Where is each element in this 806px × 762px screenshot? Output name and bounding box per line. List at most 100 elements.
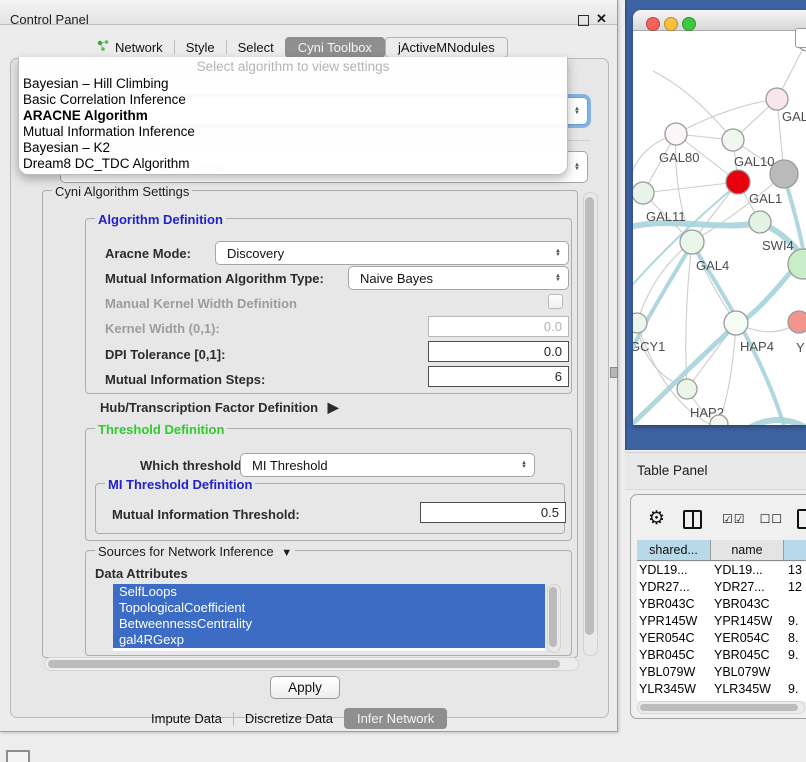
network-node[interactable]	[677, 379, 697, 399]
settings-vscrollbar-thumb[interactable]	[585, 197, 594, 635]
column-header[interactable]: name	[711, 540, 784, 561]
table-cell: YPR145W	[637, 613, 712, 630]
combo-arrows-icon: ▲▼	[555, 249, 561, 257]
tab-cyni-toolbox[interactable]: Cyni Toolbox	[285, 37, 385, 58]
expanded-arrow-icon: ▼	[281, 547, 292, 559]
attribute-list-item[interactable]: gal4RGexp	[113, 632, 545, 648]
aracne-mode-combobox[interactable]: Discovery ▲▼	[215, 241, 569, 265]
table-row[interactable]: YER054CYER054C8.	[637, 630, 806, 647]
table-header: shared...nameA	[637, 540, 806, 561]
table-cell: YBR043C	[637, 596, 712, 613]
network-search-box-partial[interactable]	[795, 28, 806, 48]
network-node[interactable]	[633, 313, 647, 333]
table-cell	[786, 664, 806, 681]
mi-threshold-field[interactable]: 0.5	[420, 502, 566, 523]
column-header[interactable]: shared...	[637, 540, 711, 561]
network-graph[interactable]: GALGAL80GAL10GAL1GAL11SWI4GAL4GCY1HAP4YH…	[633, 31, 806, 425]
dpi-tolerance-field[interactable]: 0.0	[428, 341, 569, 362]
table-row[interactable]: YBR045CYBR045C9.	[637, 647, 806, 664]
gear-icon[interactable]: ⚙	[648, 509, 665, 529]
control-panel-titlebar	[0, 0, 617, 25]
aracne-mode-label: Aracne Mode:	[105, 246, 191, 261]
attribute-list-item[interactable]: TopologicalCoefficient	[113, 600, 545, 616]
network-node[interactable]	[665, 123, 687, 145]
close-traffic-light[interactable]	[646, 17, 660, 31]
algorithm-option[interactable]: Dream8 DC_TDC Algorithm	[19, 156, 567, 172]
algorithm-option[interactable]: Basic Correlation Inference	[19, 92, 567, 108]
minimize-traffic-light[interactable]	[664, 17, 678, 31]
table-cell: YBL079W	[712, 664, 786, 681]
attributes-vscrollbar-thumb[interactable]	[549, 587, 557, 647]
manual-kernel-checkbox[interactable]	[548, 294, 563, 309]
table-hscrollbar[interactable]	[637, 701, 805, 714]
table-row[interactable]: YBR043CYBR043C	[637, 596, 806, 613]
network-node[interactable]	[788, 311, 806, 333]
network-node[interactable]	[749, 211, 771, 233]
network-node-label: GAL80	[659, 150, 699, 165]
network-node[interactable]	[770, 160, 798, 188]
splitter-handle[interactable]	[610, 367, 618, 378]
network-node[interactable]	[680, 230, 704, 254]
tab-impute-data[interactable]: Impute Data	[140, 709, 233, 728]
attribute-list-item[interactable]: BetweennessCentrality	[113, 616, 545, 632]
table-toolbar: ⚙ ☑☑ ☐☐	[640, 505, 806, 533]
network-node[interactable]	[726, 170, 750, 194]
zoom-traffic-light[interactable]	[682, 17, 696, 31]
combo-arrows-icon: ▲▼	[574, 163, 580, 171]
tab-select[interactable]: Select	[227, 38, 285, 57]
close-icon[interactable]: ✕	[596, 11, 607, 27]
mi-steps-label: Mutual Information Steps:	[105, 372, 265, 387]
algorithm-option[interactable]: ARACNE Algorithm	[19, 108, 567, 124]
settings-vscrollbar[interactable]	[583, 192, 598, 656]
split-columns-icon[interactable]	[683, 510, 702, 529]
report-icon[interactable]	[797, 509, 806, 529]
network-node-label: GCY1	[633, 339, 665, 354]
table-cell	[786, 596, 806, 613]
network-node[interactable]	[724, 311, 748, 335]
which-threshold-combobox[interactable]: MI Threshold ▲▼	[240, 453, 535, 477]
network-node[interactable]	[766, 88, 788, 110]
algorithm-option[interactable]: Bayesian – Hill Climbing	[19, 76, 567, 92]
algorithm-option[interactable]: Mutual Information Inference	[19, 124, 567, 140]
tab-discretize-data[interactable]: Discretize Data	[234, 709, 344, 728]
apply-button[interactable]: Apply	[270, 676, 340, 699]
tab-jactivemnodules[interactable]: jActiveMNodules	[385, 37, 508, 58]
control-panel-tabbar: Network Style Select Cyni Toolbox jActiv…	[86, 36, 508, 58]
tab-infer-network[interactable]: Infer Network	[344, 708, 447, 729]
table-cell: YBR045C	[712, 647, 786, 664]
tab-network[interactable]: Network	[86, 37, 174, 57]
attributes-vscrollbar[interactable]	[547, 584, 561, 653]
mi-type-combobox[interactable]: Naive Bayes ▲▼	[348, 266, 569, 290]
deselect-all-checkboxes-icon[interactable]: ☐☐	[760, 512, 784, 526]
network-node-label: GAL4	[696, 258, 729, 273]
table-hscrollbar-thumb[interactable]	[640, 704, 798, 711]
table-row[interactable]: YPR145WYPR145W9.	[637, 613, 806, 630]
column-header[interactable]: A	[784, 540, 806, 561]
table-cell: YER054C	[637, 630, 712, 647]
float-window-icon[interactable]	[578, 15, 589, 26]
mi-steps-field[interactable]: 6	[428, 366, 569, 387]
hub-definition-toggle[interactable]: Hub/Transcription Factor Definition ▶	[100, 399, 339, 416]
table-row[interactable]: YBL079WYBL079W	[637, 664, 806, 681]
table-row[interactable]: YDL19...YDL19...13	[637, 562, 806, 579]
select-all-checkboxes-icon[interactable]: ☑☑	[722, 512, 746, 526]
minimized-panel-icon[interactable]	[6, 750, 30, 762]
settings-hscrollbar-thumb[interactable]	[48, 660, 560, 668]
tab-style[interactable]: Style	[175, 38, 226, 57]
algorithm-option[interactable]: Bayesian – K2	[19, 140, 567, 156]
sources-title[interactable]: Sources for Network Inference ▼	[95, 544, 295, 559]
settings-hscrollbar[interactable]	[44, 657, 579, 671]
network-node[interactable]	[633, 182, 654, 204]
network-node[interactable]	[722, 129, 744, 151]
network-node-label: Y	[796, 340, 805, 355]
panel-title: Control Panel	[10, 12, 89, 27]
table-row[interactable]: YLR345WYLR345W9.	[637, 681, 806, 698]
network-window: GALGAL80GAL10GAL1GAL11SWI4GAL4GCY1HAP4YH…	[633, 10, 806, 425]
kernel-width-field[interactable]: 0.0	[428, 316, 569, 337]
table-cell: YLR345W	[712, 681, 786, 698]
table-row[interactable]: YDR27...YDR27...12	[637, 579, 806, 596]
network-tab-icon	[97, 39, 110, 55]
network-window-titlebar[interactable]	[633, 10, 806, 31]
data-attributes-list: SelfLoopsTopologicalCoefficientBetweenne…	[113, 584, 545, 651]
attribute-list-item[interactable]: SelfLoops	[113, 584, 545, 600]
